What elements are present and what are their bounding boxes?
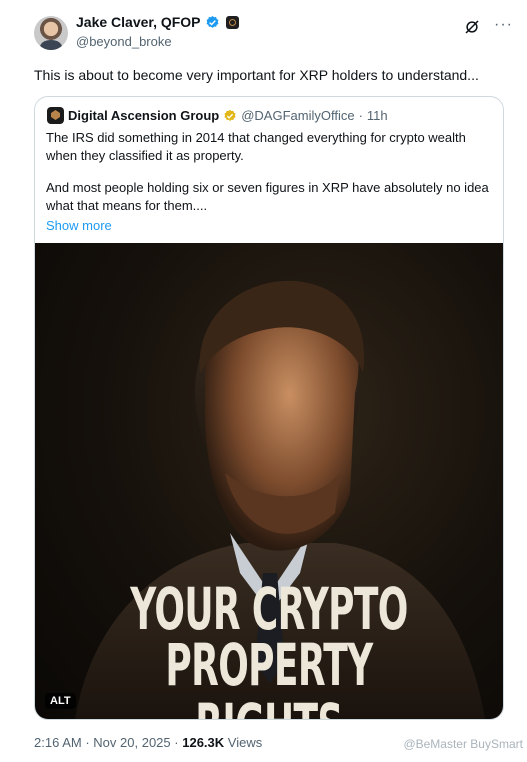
gold-verified-icon <box>224 109 236 121</box>
author-name[interactable]: Jake Claver, QFOP <box>76 14 201 30</box>
tweet-text: This is about to become very important f… <box>34 67 479 83</box>
quote-paragraph-1: The IRS did something in 2014 that chang… <box>46 130 466 163</box>
watermark: @BeMaster BuySmart <box>403 737 523 751</box>
image-headline-line-2: PROPERTY RIGHTS <box>165 631 373 719</box>
quoted-tweet[interactable]: Digital Ascension Group @DAGFamilyOffice… <box>34 96 504 720</box>
show-more-link[interactable]: Show more <box>46 217 496 235</box>
meta-separator-2: · <box>174 735 179 750</box>
quote-paragraph-2: And most people holding six or seven fig… <box>46 180 489 213</box>
views-count: 126.3K <box>182 735 225 750</box>
quote-author-handle[interactable]: @DAGFamilyOffice <box>241 108 354 123</box>
post-date[interactable]: Nov 20, 2025 <box>93 735 170 750</box>
quote-media-image[interactable]: YOUR CRYPTO PROPERTY RIGHTS ALT <box>35 243 503 719</box>
author-name-line: Jake Claver, QFOP <box>76 14 239 30</box>
verified-icon <box>206 15 218 28</box>
quote-body: The IRS did something in 2014 that chang… <box>46 129 496 235</box>
tweet-meta: 2:16 AM · Nov 20, 2025 · 126.3K Views <box>34 735 262 750</box>
image-headline-line-1: YOUR CRYPTO <box>130 575 408 643</box>
quote-avatar[interactable] <box>47 107 64 124</box>
more-icon[interactable]: ··· <box>494 16 513 34</box>
post-time[interactable]: 2:16 AM <box>34 735 82 750</box>
affiliate-badge-icon[interactable] <box>225 15 239 29</box>
tweet-header: Jake Claver, QFOP @beyond_broke ··· <box>34 14 515 56</box>
meta-separator-1: · <box>85 735 90 750</box>
quote-header: Digital Ascension Group @DAGFamilyOffice… <box>47 107 388 124</box>
quote-separator: · <box>358 108 363 123</box>
quote-author-name[interactable]: Digital Ascension Group <box>68 108 219 123</box>
quote-time[interactable]: 11h <box>367 108 388 123</box>
author-handle[interactable]: @beyond_broke <box>76 34 172 49</box>
avatar[interactable] <box>34 16 68 50</box>
views-label: Views <box>227 735 263 750</box>
alt-badge[interactable]: ALT <box>45 693 76 709</box>
grok-icon[interactable] <box>463 18 481 36</box>
